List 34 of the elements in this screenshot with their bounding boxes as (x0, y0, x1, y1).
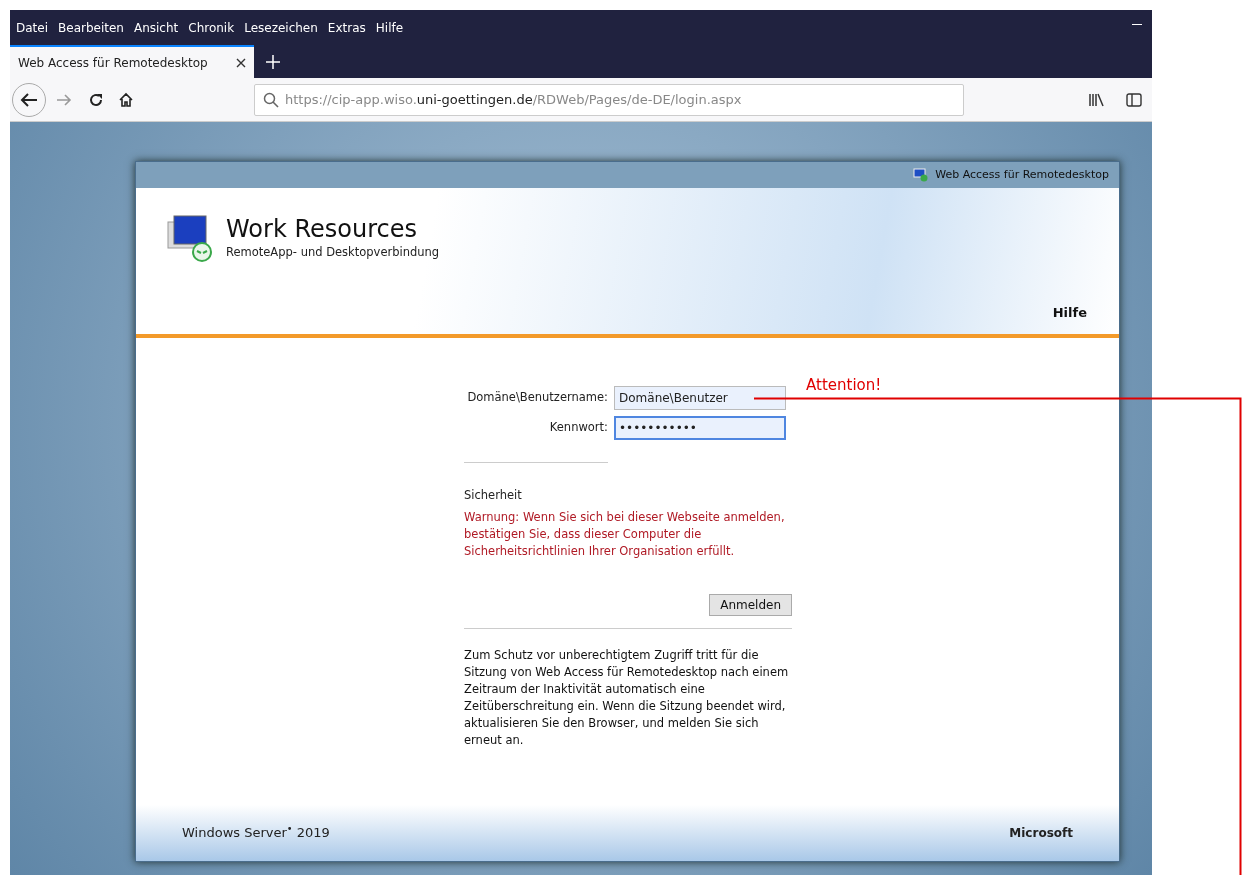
address-field[interactable]: https://cip-app.wiso.uni-goettingen.de/RDWeb/Pages/de-DE/login.aspx (254, 83, 964, 116)
menu-item[interactable]: Hilfe (375, 18, 404, 37)
plus-icon[interactable] (266, 54, 280, 69)
timeout-note: Zum Schutz vor unberechtigtem Zugriff tritt für die Sitzung von Web Access für Remotedesktop nach einem Zeitraum der Inaktivität automatisch eine Zeitüberschreitung ein. Wenn die Sitzung beendet wird, aktualisieren Sie den Browser, und melden Sie sich erneut an. (464, 647, 790, 750)
input-field[interactable]: Domäne\Benutzer (614, 386, 786, 410)
library-icon[interactable] (1088, 92, 1104, 107)
remote-desktop-icon (913, 168, 930, 182)
annotation-label: Attention! (806, 375, 882, 396)
forward-icon[interactable] (56, 92, 72, 107)
field-label: Kennwort: (548, 419, 609, 437)
portal-subtitle: RemoteApp- und Desktopverbindung (226, 244, 440, 261)
menu-item[interactable]: Chronik (188, 18, 235, 37)
security-heading: Sicherheit (464, 487, 523, 504)
close-icon[interactable] (236, 57, 246, 68)
sidebar-icon[interactable] (1126, 92, 1142, 107)
menu-item[interactable]: Datei (16, 18, 48, 37)
menu-item[interactable]: Bearbeiten (58, 18, 124, 37)
footer-product: Windows Server$^{•}$ 2019 (182, 823, 330, 843)
footer-brand: Microsoft (1009, 825, 1073, 842)
reload-icon[interactable] (88, 91, 104, 108)
input-field[interactable]: ••••••••••• (614, 416, 786, 440)
security-warning: Warnung: Wenn Sie sich bei dieser Webseite anmelden, bestätigen Sie, dass dieser Computer die Sicherheitsrichtlinien Ihrer Organisation erfüllt. (464, 509, 786, 561)
field-label: Domäne\Benutzername: (466, 389, 609, 407)
menu-item[interactable]: Lesezeichen (244, 18, 318, 37)
header-link[interactable]: Web Access für Remotedesktop (935, 166, 1109, 184)
search-icon (263, 91, 279, 108)
menu-item[interactable]: Extras (327, 18, 366, 37)
back-arrow-icon (20, 91, 38, 108)
portal-title: Work Resources (226, 214, 418, 244)
menu-item[interactable]: Ansicht (133, 18, 179, 37)
home-icon[interactable] (118, 91, 134, 108)
help-link[interactable]: Hilfe (1052, 303, 1087, 323)
sign-in-button[interactable]: Anmelden (709, 594, 792, 617)
browser-tab[interactable]: Web Access für Remotedesktop (10, 45, 254, 78)
